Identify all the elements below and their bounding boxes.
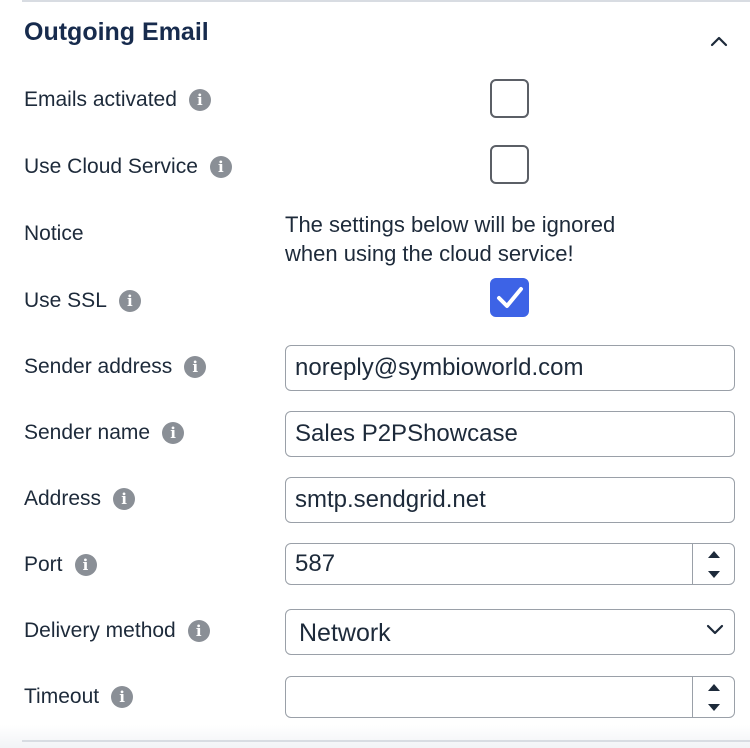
port-input[interactable]: 587 <box>285 543 735 585</box>
info-icon[interactable]: i <box>209 156 232 178</box>
delivery-method-select[interactable]: Network <box>285 609 735 655</box>
emails-activated-checkbox[interactable] <box>490 79 529 118</box>
top-divider <box>22 0 750 2</box>
use-cloud-service-checkbox[interactable] <box>490 145 529 184</box>
triangle-up-icon <box>707 550 720 558</box>
chevron-up-icon <box>710 36 728 46</box>
chevron-down-icon <box>706 624 724 635</box>
port-label-row: Port i <box>24 553 97 577</box>
sender-name-input[interactable] <box>285 411 735 457</box>
use-ssl-label-row: Use SSL i <box>24 289 141 313</box>
use-ssl-label: Use SSL <box>24 289 107 312</box>
decrement-button[interactable] <box>693 697 734 717</box>
port-value: 587 <box>295 550 336 577</box>
info-icon[interactable]: i <box>118 290 141 312</box>
triangle-down-icon <box>707 703 720 711</box>
use-cloud-service-label: Use Cloud Service <box>24 155 198 178</box>
increment-button[interactable] <box>693 677 734 697</box>
timeout-label: Timeout <box>24 685 100 708</box>
triangle-up-icon <box>707 683 720 691</box>
checkmark-icon <box>496 286 523 308</box>
sender-address-input[interactable] <box>285 345 735 391</box>
sender-address-label: Sender address <box>24 355 173 378</box>
timeout-label-row: Timeout i <box>24 685 134 709</box>
emails-activated-label: Emails activated <box>24 88 177 111</box>
info-icon[interactable]: i <box>162 422 185 444</box>
sender-name-label: Sender name <box>24 421 151 444</box>
notice-label: Notice <box>24 222 84 245</box>
address-input[interactable] <box>285 477 735 523</box>
sender-address-label-row: Sender address i <box>24 355 207 379</box>
address-label-row: Address i <box>24 487 136 511</box>
use-ssl-checkbox[interactable] <box>490 278 529 317</box>
increment-button[interactable] <box>693 544 734 564</box>
notice-label-row: Notice <box>24 222 84 246</box>
timeout-input[interactable] <box>285 676 735 718</box>
timeout-spinner[interactable] <box>692 677 734 717</box>
port-label: Port <box>24 553 63 576</box>
collapse-button[interactable] <box>704 28 734 54</box>
delivery-method-label-row: Delivery method i <box>24 619 210 643</box>
info-icon[interactable]: i <box>74 554 97 576</box>
triangle-down-icon <box>707 570 720 578</box>
decrement-button[interactable] <box>693 564 734 584</box>
address-label: Address <box>24 487 102 510</box>
info-icon[interactable]: i <box>187 620 210 642</box>
emails-activated-label-row: Emails activated i <box>24 88 211 112</box>
bottom-divider <box>22 740 750 742</box>
outgoing-email-panel: Outgoing Email Emails activated i Use Cl… <box>0 0 750 748</box>
port-spinner[interactable] <box>692 544 734 584</box>
info-icon[interactable]: i <box>113 488 136 510</box>
notice-text-line1: The settings below will be ignored <box>285 212 616 237</box>
section-title: Outgoing Email <box>24 18 209 46</box>
delivery-method-label: Delivery method <box>24 619 176 642</box>
use-cloud-service-label-row: Use Cloud Service i <box>24 155 232 179</box>
notice-text: The settings below will be ignored when … <box>285 210 725 268</box>
delivery-method-value: Network <box>299 619 391 647</box>
bottom-fade <box>0 725 750 748</box>
info-icon[interactable]: i <box>111 686 134 708</box>
sender-name-label-row: Sender name i <box>24 421 185 445</box>
notice-text-line2: when using the cloud service! <box>285 241 574 266</box>
info-icon[interactable]: i <box>184 356 207 378</box>
info-icon[interactable]: i <box>188 89 211 111</box>
